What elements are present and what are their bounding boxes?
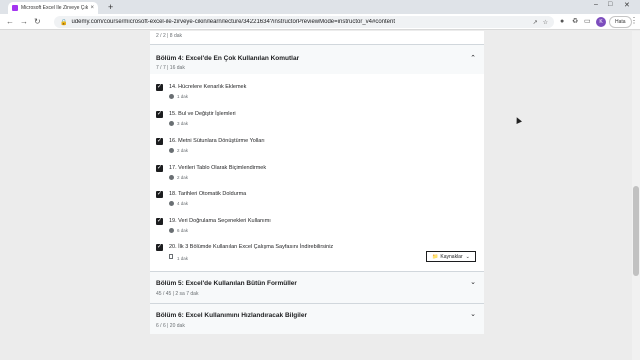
video-icon xyxy=(169,121,174,126)
forward-icon[interactable]: → xyxy=(20,16,28,28)
reload-icon[interactable]: ↻ xyxy=(34,16,41,28)
document-icon xyxy=(169,254,173,259)
chevron-down-icon[interactable]: ⌄ xyxy=(470,278,476,286)
course-content-page: 2 / 2 | 8 dak Bölüm 4: Excel'de En Çok K… xyxy=(0,31,632,360)
lecture-title[interactable]: 16. Metni Sütunlara Dönüştürme Yolları xyxy=(169,138,265,144)
lecture-title[interactable]: 18. Tarihleri Otomatik Doldurma xyxy=(169,191,246,197)
new-tab-button[interactable]: + xyxy=(108,2,113,12)
error-button[interactable]: Hata xyxy=(609,16,632,28)
browser-tab-bar: Microsoft Excel İle Zirveye Çıkın × + – … xyxy=(0,0,640,14)
tab-close-icon[interactable]: × xyxy=(90,5,94,11)
curriculum-panel: 2 / 2 | 8 dak Bölüm 4: Excel'de En Çok K… xyxy=(150,31,484,334)
completed-checkbox[interactable]: ✓ xyxy=(156,191,163,198)
resources-label: Kaynaklar xyxy=(440,253,463,260)
completed-checkbox[interactable]: ✓ xyxy=(156,138,163,145)
lecture-item[interactable]: ✓ 15. Bul ve Değiştir İşlemleri 3 dak xyxy=(150,109,484,135)
resources-dropdown-button[interactable]: 📁 Kaynaklar ⌄ xyxy=(426,251,476,262)
section-6-header[interactable]: Bölüm 6: Excel Kullanımını Hızlandıracak… xyxy=(150,303,484,334)
video-icon xyxy=(169,175,174,180)
google-icon[interactable]: ● xyxy=(560,17,564,27)
chevron-down-icon: ⌄ xyxy=(465,253,470,260)
section-5-header[interactable]: Bölüm 5: Excel'de Kullanılan Bütün Formü… xyxy=(150,271,484,303)
chevron-down-icon[interactable]: ⌄ xyxy=(470,310,476,318)
maximize-icon[interactable]: □ xyxy=(608,1,612,8)
video-icon xyxy=(169,228,174,233)
previous-section-progress: 2 / 2 | 8 dak xyxy=(156,33,183,39)
lock-icon[interactable]: 🔒 xyxy=(60,19,67,26)
browser-toolbar: ← → ↻ 🔒 udemy.com/course/microsoft-excel… xyxy=(0,14,640,30)
section-5-progress: 45 / 45 | 2 sa 7 dak xyxy=(156,291,199,297)
sidebar-icon[interactable]: ▭ xyxy=(584,17,591,27)
lecture-title[interactable]: 20. İlk 3 Bölümde Kullanılan Excel Çalış… xyxy=(169,244,333,250)
video-icon xyxy=(169,201,174,206)
chevron-up-icon[interactable]: ⌃ xyxy=(470,54,476,62)
url-text[interactable]: udemy.com/course/microsoft-excel-ile-zir… xyxy=(71,19,527,25)
completed-checkbox[interactable]: ✓ xyxy=(156,111,163,118)
lecture-duration: 1 dak xyxy=(177,256,189,261)
lecture-item[interactable]: ✓ 18. Tarihleri Otomatik Doldurma 4 dak xyxy=(150,189,484,215)
lecture-title[interactable]: 14. Hücrelere Kenarlık Eklemek xyxy=(169,84,246,90)
profile-avatar[interactable]: K xyxy=(596,17,606,27)
lecture-duration: 2 dak xyxy=(177,175,189,180)
scrollbar-thumb[interactable] xyxy=(633,186,639,276)
lecture-title[interactable]: 15. Bul ve Değiştir İşlemleri xyxy=(169,111,236,117)
section-4-progress: 7 / 7 | 16 dak xyxy=(156,65,185,71)
section-5-title: Bölüm 5: Excel'de Kullanılan Bütün Formü… xyxy=(156,280,297,287)
lecture-item[interactable]: ✓ 14. Hücrelere Kenarlık Eklemek 1 dak xyxy=(150,82,484,108)
address-bar[interactable]: 🔒 udemy.com/course/microsoft-excel-ile-z… xyxy=(54,16,554,28)
star-icon[interactable]: ☆ xyxy=(543,19,548,26)
lecture-item[interactable]: ✓ 16. Metni Sütunlara Dönüştürme Yolları… xyxy=(150,136,484,162)
menu-icon[interactable]: ⋮ xyxy=(630,16,638,25)
window-close-icon[interactable]: ✕ xyxy=(624,1,630,9)
lecture-duration: 3 dak xyxy=(177,121,189,126)
page-scrollbar[interactable] xyxy=(632,31,640,360)
section-6-progress: 6 / 6 | 20 dak xyxy=(156,323,185,329)
section-6-title: Bölüm 6: Excel Kullanımını Hızlandıracak… xyxy=(156,312,307,319)
udemy-favicon-icon xyxy=(12,5,18,11)
completed-checkbox[interactable]: ✓ xyxy=(156,165,163,172)
minimize-icon[interactable]: – xyxy=(594,1,598,8)
lecture-item[interactable]: ✓ 19. Veri Doğrulama Seçenekleri Kullanı… xyxy=(150,216,484,242)
lecture-duration: 1 dak xyxy=(177,94,189,99)
browser-tab[interactable]: Microsoft Excel İle Zirveye Çıkın × xyxy=(8,2,98,14)
lecture-item[interactable]: ✓ 17. Verileri Tablo Olarak Biçimlendirm… xyxy=(150,163,484,189)
lecture-title[interactable]: 17. Verileri Tablo Olarak Biçimlendirmek xyxy=(169,165,266,171)
lecture-item[interactable]: ✓ 20. İlk 3 Bölümde Kullanılan Excel Çal… xyxy=(150,242,484,270)
tab-title: Microsoft Excel İle Zirveye Çıkın xyxy=(21,5,89,11)
extensions-icon[interactable]: ♻ xyxy=(572,17,578,27)
video-icon xyxy=(169,148,174,153)
section-4-header[interactable]: Bölüm 4: Excel'de En Çok Kullanılan Komu… xyxy=(150,44,484,74)
completed-checkbox[interactable]: ✓ xyxy=(156,84,163,91)
lecture-title[interactable]: 19. Veri Doğrulama Seçenekleri Kullanımı xyxy=(169,218,271,224)
share-icon[interactable]: ↗ xyxy=(533,19,538,26)
back-icon[interactable]: ← xyxy=(6,16,14,28)
video-icon xyxy=(169,94,174,99)
lecture-duration: 4 dak xyxy=(177,201,189,206)
lecture-duration: 2 dak xyxy=(177,148,189,153)
lecture-duration: 6 dak xyxy=(177,228,189,233)
section-4-title: Bölüm 4: Excel'de En Çok Kullanılan Komu… xyxy=(156,55,300,62)
completed-checkbox[interactable]: ✓ xyxy=(156,244,163,251)
folder-icon: 📁 xyxy=(432,253,439,260)
completed-checkbox[interactable]: ✓ xyxy=(156,218,163,225)
